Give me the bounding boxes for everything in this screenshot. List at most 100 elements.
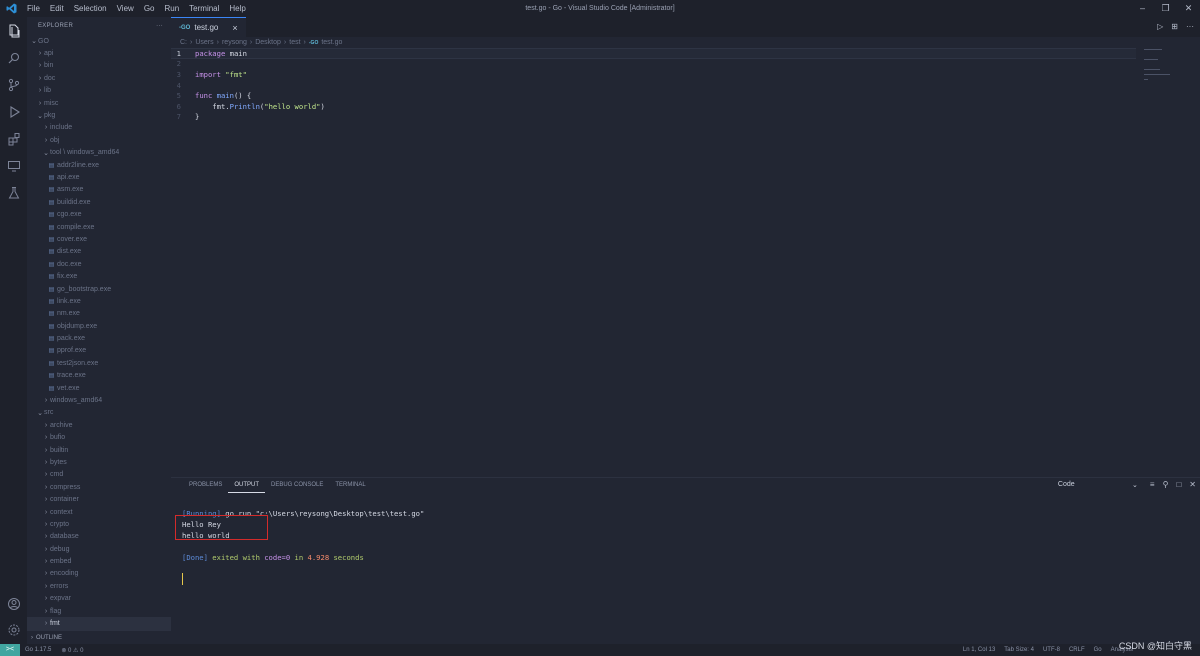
- remote-indicator-icon[interactable]: ><: [0, 644, 20, 656]
- close-window-icon[interactable]: ✕: [1177, 0, 1200, 17]
- tree-file-item[interactable]: ▤ link.exe: [27, 295, 171, 307]
- tree-folder-item[interactable]: › api: [27, 47, 171, 59]
- breadcrumb-item[interactable]: Users: [195, 39, 213, 46]
- tree-file-item[interactable]: ▤ pack.exe: [27, 332, 171, 344]
- tree-folder-item[interactable]: › bufio: [27, 432, 171, 444]
- menu-file[interactable]: File: [22, 0, 45, 17]
- tree-file-item[interactable]: ▤ objdump.exe: [27, 320, 171, 332]
- end-of-line[interactable]: CRLF: [1069, 644, 1085, 656]
- menu-terminal[interactable]: Terminal: [184, 0, 224, 17]
- minimap[interactable]: [1136, 45, 1200, 165]
- tree-folder-item[interactable]: › errors: [27, 580, 171, 592]
- tree-folder-item[interactable]: › windows_amd64: [27, 394, 171, 406]
- code-editor[interactable]: 1 package main 2 3 import "fmt" 4 5 func main()…: [171, 48, 1136, 122]
- code-line[interactable]: 3 import "fmt": [171, 69, 1136, 80]
- close-tab-icon[interactable]: ×: [232, 23, 237, 33]
- tree-folder-item[interactable]: › builtin: [27, 444, 171, 456]
- tree-file-item[interactable]: ▤ trace.exe: [27, 370, 171, 382]
- more-editor-actions-icon[interactable]: ···: [1186, 17, 1194, 37]
- tab-test-go[interactable]: -GO test.go ×: [171, 17, 246, 37]
- menu-edit[interactable]: Edit: [45, 0, 69, 17]
- source-control-icon[interactable]: [6, 77, 21, 92]
- tree-file-item[interactable]: ▤ cgo.exe: [27, 208, 171, 220]
- run-code-icon[interactable]: ▷: [1157, 17, 1163, 37]
- tree-file-item[interactable]: ▤ addr2line.exe: [27, 159, 171, 171]
- breadcrumb-item[interactable]: Desktop: [255, 39, 281, 46]
- breadcrumb-item[interactable]: C:: [180, 39, 187, 46]
- search-icon[interactable]: [6, 50, 21, 65]
- tab-debug-console[interactable]: DEBUG CONSOLE: [265, 478, 329, 492]
- run-debug-icon[interactable]: [6, 104, 21, 119]
- settings-gear-icon[interactable]: [6, 622, 21, 637]
- tree-folder-item[interactable]: › lib: [27, 85, 171, 97]
- go-version[interactable]: Go 1.17.5: [25, 647, 51, 654]
- tab-size[interactable]: Tab Size: 4: [1004, 644, 1034, 656]
- account-icon[interactable]: [6, 596, 21, 611]
- tree-folder-item[interactable]: › doc: [27, 72, 171, 84]
- tree-file-item[interactable]: ▤ dist.exe: [27, 246, 171, 258]
- tab-output[interactable]: OUTPUT: [228, 478, 266, 493]
- menu-go[interactable]: Go: [139, 0, 160, 17]
- problems-count[interactable]: ⊗ 0 ⚠ 0: [61, 647, 83, 654]
- tree-folder-item[interactable]: ⌄ tool \ windows_amd64: [27, 147, 171, 159]
- tree-file-item[interactable]: ▤ buildid.exe: [27, 196, 171, 208]
- tree-folder-item[interactable]: › database: [27, 531, 171, 543]
- tree-file-item[interactable]: ▤ nm.exe: [27, 308, 171, 320]
- menu-help[interactable]: Help: [224, 0, 250, 17]
- tree-file-item[interactable]: ▤ asm.exe: [27, 184, 171, 196]
- menu-run[interactable]: Run: [159, 0, 184, 17]
- tree-folder-item[interactable]: ⌄ GO: [27, 35, 171, 47]
- breadcrumb-item[interactable]: reysong: [222, 39, 247, 46]
- tree-folder-item[interactable]: › flag: [27, 605, 171, 617]
- tree-folder-item[interactable]: › expvar: [27, 593, 171, 605]
- tree-folder-item[interactable]: › bin: [27, 60, 171, 72]
- tree-file-item[interactable]: ▤ test2json.exe: [27, 357, 171, 369]
- tree-folder-item[interactable]: › bytes: [27, 456, 171, 468]
- tree-folder-item[interactable]: › cmd: [27, 469, 171, 481]
- file-encoding[interactable]: UTF-8: [1043, 644, 1060, 656]
- breadcrumb-item[interactable]: test.go: [321, 39, 342, 46]
- breadcrumb-item[interactable]: test: [289, 39, 300, 46]
- code-line[interactable]: 2: [171, 59, 1136, 70]
- minimize-icon[interactable]: –: [1131, 0, 1154, 17]
- output-content[interactable]: [Running] go run "c:\Users\reysong\Deskt…: [175, 508, 424, 563]
- tree-file-item[interactable]: ▤ go_bootstrap.exe: [27, 283, 171, 295]
- tree-folder-item[interactable]: › encoding: [27, 568, 171, 580]
- restore-icon[interactable]: ❐: [1154, 0, 1177, 17]
- close-panel-icon[interactable]: ✕: [1189, 480, 1196, 489]
- tree-folder-item[interactable]: ⌄ src: [27, 407, 171, 419]
- tree-folder-item[interactable]: › compress: [27, 481, 171, 493]
- code-line[interactable]: 5 func main() {: [171, 90, 1136, 101]
- tree-folder-item[interactable]: › include: [27, 122, 171, 134]
- tree-file-item[interactable]: ▤ vet.exe: [27, 382, 171, 394]
- tree-file-item[interactable]: ▤ cover.exe: [27, 233, 171, 245]
- remote-explorer-icon[interactable]: [6, 158, 21, 173]
- code-line[interactable]: 6 fmt.Println("hello world"): [171, 101, 1136, 112]
- tree-folder-item[interactable]: › context: [27, 506, 171, 518]
- tree-folder-item[interactable]: ⌄ pkg: [27, 109, 171, 121]
- tree-folder-item[interactable]: › misc: [27, 97, 171, 109]
- cursor-position[interactable]: Ln 1, Col 13: [963, 644, 995, 656]
- output-channel-select[interactable]: Code ⌄: [1053, 479, 1142, 490]
- tree-file-item[interactable]: ▤ api.exe: [27, 171, 171, 183]
- tree-folder-item[interactable]: › crypto: [27, 518, 171, 530]
- maximize-panel-icon[interactable]: □: [1176, 480, 1181, 489]
- menu-view[interactable]: View: [112, 0, 139, 17]
- extensions-icon[interactable]: [6, 131, 21, 146]
- testing-icon[interactable]: [6, 185, 21, 200]
- tree-file-item[interactable]: ▤ fix.exe: [27, 270, 171, 282]
- tab-terminal[interactable]: TERMINAL: [329, 478, 371, 492]
- tree-folder-item[interactable]: › container: [27, 493, 171, 505]
- tree-folder-item[interactable]: › archive: [27, 419, 171, 431]
- tree-file-item[interactable]: ▤ pprof.exe: [27, 345, 171, 357]
- tab-problems[interactable]: PROBLEMS: [183, 478, 228, 492]
- tree-file-item[interactable]: ▤ doc.exe: [27, 258, 171, 270]
- menu-selection[interactable]: Selection: [69, 0, 112, 17]
- tree-file-item[interactable]: ▤ compile.exe: [27, 221, 171, 233]
- code-line[interactable]: 4: [171, 80, 1136, 91]
- explorer-icon[interactable]: [6, 23, 21, 38]
- more-actions-icon[interactable]: ···: [156, 23, 163, 29]
- clear-output-icon[interactable]: ≡: [1150, 480, 1155, 489]
- tree-folder-item[interactable]: › obj: [27, 134, 171, 146]
- code-line[interactable]: 1 package main: [171, 48, 1136, 59]
